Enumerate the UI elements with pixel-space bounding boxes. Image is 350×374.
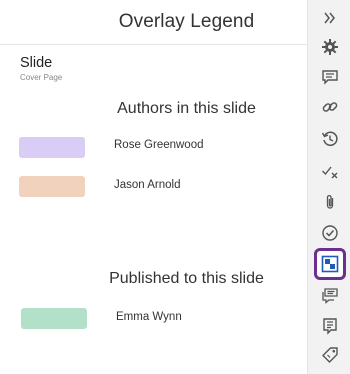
slide-subtitle: Cover Page xyxy=(20,73,63,82)
slide-label: Slide xyxy=(20,55,53,71)
author-color-swatch xyxy=(19,176,85,197)
right-tool-sidebar xyxy=(307,0,350,374)
overlay-legend-panel: Overlay Legend Slide Cover Page Authors … xyxy=(0,0,307,374)
publisher-color-swatch xyxy=(21,308,87,329)
overlay-legend-icon[interactable] xyxy=(314,248,346,280)
published-section-title: Published to this slide xyxy=(109,270,264,287)
comment-icon[interactable] xyxy=(316,63,344,91)
history-icon[interactable] xyxy=(316,125,344,153)
note-icon[interactable] xyxy=(316,312,344,340)
comments-list-icon[interactable] xyxy=(316,282,344,310)
paperclip-icon[interactable] xyxy=(316,188,344,216)
check-circle-icon[interactable] xyxy=(316,219,344,247)
link-icon[interactable] xyxy=(316,93,344,121)
author-name: Jason Arnold xyxy=(114,179,181,191)
gear-icon[interactable] xyxy=(316,33,344,61)
collapse-double-chevron-icon[interactable] xyxy=(316,4,344,32)
publisher-name: Emma Wynn xyxy=(116,311,182,323)
author-color-swatch xyxy=(19,137,85,158)
authors-section-title: Authors in this slide xyxy=(117,100,256,117)
check-x-icon[interactable] xyxy=(316,157,344,185)
tag-icon[interactable] xyxy=(316,341,344,369)
panel-header: Overlay Legend xyxy=(0,0,307,45)
panel-title: Overlay Legend xyxy=(118,11,255,32)
author-name: Rose Greenwood xyxy=(114,139,204,151)
